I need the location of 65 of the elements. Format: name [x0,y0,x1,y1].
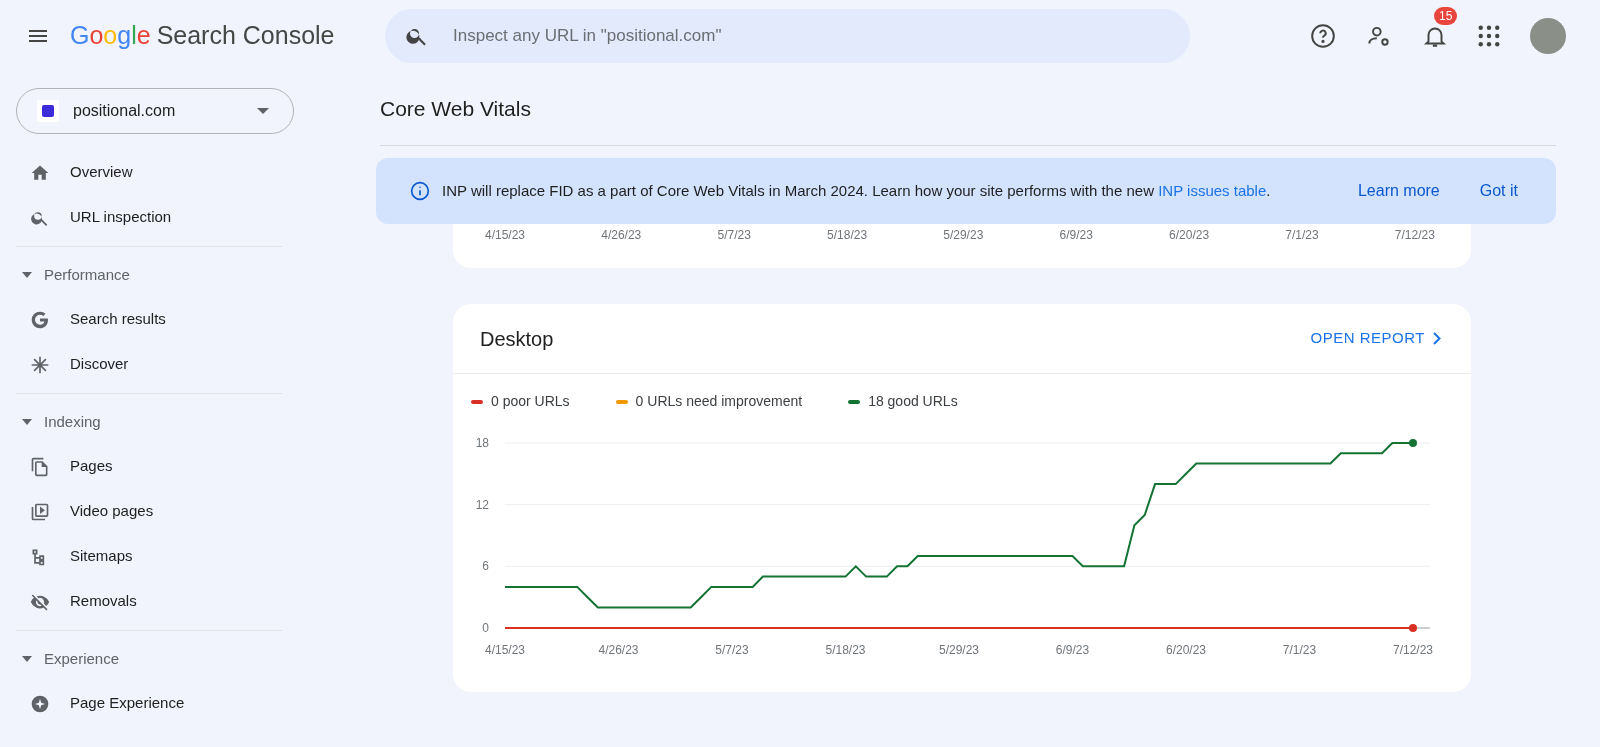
x-tick-label: 5/29/23 [938,643,980,657]
axis-label: 4/26/23 [601,227,642,244]
info-icon [410,181,430,201]
avatar[interactable] [1530,18,1566,54]
axis-label: 5/29/23 [943,227,984,244]
axis-label: 4/15/23 [485,227,526,244]
x-tick-label: 6/9/23 [1055,643,1090,657]
site-favicon-icon [37,100,59,122]
chevron-icon [1433,332,1441,345]
help-icon[interactable] [1310,23,1336,49]
nav-item[interactable]: Removals [70,590,137,613]
caret-icon [22,419,32,425]
axis-label: 7/12/23 [1394,227,1435,244]
y-tick-label: 18 [475,436,490,450]
banner-message: INP will replace FID as a part of Core Web Vitals in March 2024. Learn how your site performs with the new INP issues table. [442,181,1272,201]
axis-label: 7/1/23 [1285,227,1319,244]
y-tick-label: 12 [475,497,490,512]
x-tick-label: 6/20/23 [1165,643,1207,657]
inp-issues-link[interactable]: INP issues table [1158,182,1267,199]
banner-action[interactable]: Got it [1479,179,1518,203]
x-tick-label: 7/12/23 [1392,643,1434,657]
nav-item[interactable]: Search results [70,308,166,331]
y-tick-label: 6 [482,559,490,574]
search-input[interactable]: Inspect any URL in "positional.com" [453,23,1170,49]
section-header[interactable]: Experience [16,637,120,681]
axis-label: 6/20/23 [1169,227,1210,244]
line-chart: 0 6 12 18 4/15/23 4/26/23 5/7/23 5/18/23 5/29/23 6/9/23 6/20/23 7/1/23 7/12/23 [453,422,1471,672]
asterisk-icon [30,354,50,375]
nav-item[interactable]: Pages [70,455,113,478]
section-header[interactable]: Performance [16,253,130,297]
legend-label: 0 poor URLs [491,392,570,411]
legend-label: 18 good URLs [868,392,958,411]
section-header[interactable]: Indexing [16,400,101,444]
x-tick-label: 7/1/23 [1282,643,1317,657]
nav-item[interactable]: Sitemaps [70,545,133,568]
axis-label: 5/18/23 [827,227,868,244]
notification-count: 15 [1434,7,1458,25]
nav-item[interactable]: Video pages [70,500,154,523]
x-tick-label: 4/15/23 [484,643,526,657]
legend-label: 0 URLs need improvement [635,392,803,411]
x-tick-label: 5/18/23 [825,643,866,657]
product-name: Search Console [156,20,335,52]
page-title: Core Web Vitals [380,95,531,122]
axis-label: 6/9/23 [1059,227,1093,244]
apps-grid-icon[interactable] [1478,25,1500,47]
banner-action[interactable]: Learn more [1357,179,1440,203]
nav-item[interactable]: Page Experience [70,692,185,715]
open-report-link[interactable]: OPEN REPORT [1310,327,1441,350]
x-tick-label: 5/7/23 [715,643,749,657]
caret-icon [22,656,32,662]
logo-wordmark: Google [70,20,151,52]
video-pages-icon [30,501,50,522]
caret-icon [22,272,32,278]
card-title: Desktop [480,326,554,352]
pages-icon [30,456,50,477]
search-field[interactable]: Inspect any URL in "positional.com" [385,9,1190,63]
axis-label: 5/7/23 [717,227,751,244]
nav-item[interactable]: URL inspection [70,206,172,229]
g-letter-icon [30,309,50,330]
nav-item[interactable]: Discover [70,353,129,376]
star-badge-icon [30,693,50,714]
caret-icon [257,107,269,115]
x-tick-label: 4/26/23 [598,643,639,657]
y-tick-label: 0 [482,621,490,635]
nav-item[interactable]: Overview [70,161,133,184]
